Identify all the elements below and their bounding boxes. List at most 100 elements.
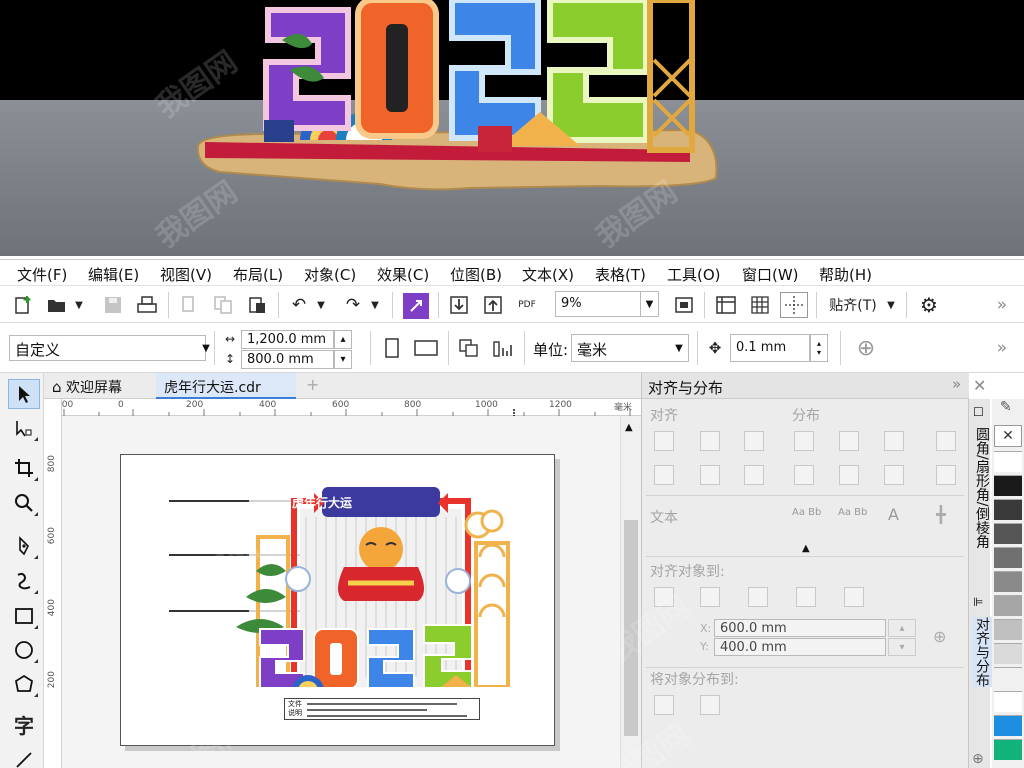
distribute-spacing-h-icon[interactable] — [884, 431, 904, 451]
search-content-icon[interactable] — [403, 293, 429, 319]
menu-text[interactable]: 文本(X) — [522, 264, 574, 285]
nudge-distance-field[interactable]: 0.1 mm — [730, 334, 810, 362]
zoom-dropdown-chevron-icon[interactable]: ▼ — [641, 291, 659, 317]
vertical-ruler[interactable]: 800 600 400 200 — [44, 399, 62, 768]
text-bounding-box-icon[interactable]: A — [888, 505, 899, 524]
open-dropdown-chevron-icon[interactable]: ▼ — [72, 292, 86, 318]
page-preset-select[interactable]: 自定义 — [9, 335, 206, 361]
tab-welcome-screen[interactable]: ⌂ 欢迎屏幕 — [44, 373, 156, 399]
menu-view[interactable]: 视图(V) — [160, 264, 212, 285]
toolbar-overflow-icon[interactable]: » — [990, 292, 1014, 318]
all-pages-icon[interactable] — [456, 336, 482, 360]
color-swatch[interactable] — [994, 739, 1022, 760]
distribute-center-h-icon[interactable] — [839, 431, 859, 451]
nudge-spinner-icon[interactable]: ▴ ▾ — [810, 334, 828, 362]
distribute-right-icon[interactable] — [936, 431, 956, 451]
scroll-up-chevron-icon[interactable]: ▲ — [625, 422, 633, 433]
import-icon[interactable] — [446, 292, 472, 318]
height-spinner-icon[interactable]: ▾ — [334, 350, 352, 369]
color-swatch[interactable] — [994, 667, 1022, 688]
crop-tool-icon[interactable] — [8, 453, 40, 483]
align-bottom-icon[interactable] — [744, 465, 764, 485]
show-grid-icon[interactable] — [746, 292, 774, 318]
vertical-scrollbar[interactable]: ▲ — [620, 416, 641, 768]
tab-document[interactable]: 虎年行大运.cdr — [156, 373, 296, 399]
panel-collapse-icon[interactable]: » — [952, 375, 961, 393]
menu-layout[interactable]: 布局(L) — [233, 264, 283, 285]
distribute-to-page-icon[interactable] — [700, 695, 720, 715]
color-swatch[interactable] — [994, 595, 1022, 616]
color-swatch[interactable] — [994, 715, 1022, 736]
undo-icon[interactable]: ↶ — [286, 292, 312, 318]
print-icon[interactable] — [134, 292, 160, 318]
snap-to-button[interactable]: 贴齐(T) — [824, 292, 882, 318]
menu-bitmaps[interactable]: 位图(B) — [450, 264, 502, 285]
menu-edit[interactable]: 编辑(E) — [88, 264, 139, 285]
property-bar-overflow-icon[interactable]: » — [990, 335, 1014, 361]
drawing-canvas[interactable]: 虎年行大运 文件 说明 我图网 我图网 — [62, 416, 620, 768]
show-rulers-icon[interactable] — [712, 292, 740, 318]
align-center-h-icon[interactable] — [700, 431, 720, 451]
artistic-media-tool-icon[interactable] — [8, 566, 40, 596]
color-swatch[interactable] — [994, 523, 1022, 544]
align-right-icon[interactable] — [744, 431, 764, 451]
text-first-line-icon[interactable]: Aa Bb — [792, 507, 821, 518]
page-preset-chevron-icon[interactable]: ▼ — [197, 336, 215, 360]
show-guidelines-icon[interactable] — [780, 292, 808, 318]
snap-dropdown-chevron-icon[interactable]: ▼ — [884, 292, 898, 318]
new-document-icon[interactable] — [10, 292, 36, 318]
redo-dropdown-chevron-icon[interactable]: ▼ — [368, 292, 382, 318]
align-left-icon[interactable] — [654, 431, 674, 451]
panel-close-icon[interactable]: ✕ — [973, 376, 986, 395]
align-x-field[interactable]: 600.0 mm — [714, 619, 886, 637]
landscape-icon[interactable] — [412, 336, 440, 360]
add-tab-icon[interactable]: + — [298, 373, 320, 399]
paste-icon[interactable] — [244, 292, 270, 318]
artwork-illustration[interactable] — [236, 487, 526, 687]
distribute-center-v-icon[interactable] — [839, 465, 859, 485]
color-swatch[interactable] — [994, 571, 1022, 592]
color-swatch[interactable] — [994, 547, 1022, 568]
add-preset-icon[interactable]: ⊕ — [853, 335, 879, 361]
menu-file[interactable]: 文件(F) — [17, 264, 67, 285]
pick-tool-arrow-icon[interactable] — [8, 379, 40, 409]
menu-window[interactable]: 窗口(W) — [742, 264, 799, 285]
full-screen-icon[interactable] — [671, 292, 697, 318]
distribute-spacing-v-icon[interactable] — [884, 465, 904, 485]
color-swatch[interactable] — [994, 499, 1022, 520]
tab-align-distribute[interactable]: 对齐与分布 — [972, 617, 992, 687]
open-folder-icon[interactable] — [44, 292, 70, 318]
text-outline-icon[interactable]: ╋ — [936, 505, 946, 524]
shape-tool-icon[interactable] — [8, 413, 40, 443]
color-swatch[interactable] — [994, 475, 1022, 496]
align-to-page-center-icon[interactable] — [748, 587, 768, 607]
color-swatch[interactable] — [994, 451, 1022, 472]
add-docker-icon[interactable]: ⊕ — [972, 751, 984, 767]
align-y-field[interactable]: 400.0 mm — [714, 638, 886, 656]
zoom-level-field[interactable]: 9% — [555, 291, 641, 317]
menu-help[interactable]: 帮助(H) — [819, 264, 872, 285]
parallel-dimension-tool-icon[interactable] — [8, 745, 40, 768]
text-last-line-icon[interactable]: Aa Bb — [838, 507, 867, 518]
color-swatch[interactable] — [994, 691, 1022, 712]
copy-icon[interactable] — [210, 292, 236, 318]
publish-pdf-icon[interactable]: PDF — [512, 292, 542, 318]
cut-icon[interactable] — [176, 292, 202, 318]
export-icon[interactable] — [480, 292, 506, 318]
no-fill-swatch-icon[interactable]: ✕ — [994, 425, 1022, 447]
caption-box[interactable]: 文件 说明 — [284, 698, 480, 720]
units-chevron-icon[interactable]: ▼ — [670, 335, 688, 361]
align-to-grid-icon[interactable] — [796, 587, 816, 607]
options-gear-icon[interactable]: ⚙ — [916, 292, 942, 318]
horizontal-ruler[interactable]: 200 0 200 400 600 800 1000 1200 毫米 — [56, 399, 641, 416]
distribute-bottom-icon[interactable] — [936, 465, 956, 485]
color-swatch[interactable] — [994, 643, 1022, 664]
text-tool-icon[interactable]: 字 — [8, 709, 40, 739]
page-width-field[interactable]: 1,200.0 mm — [241, 330, 334, 349]
save-icon[interactable] — [100, 292, 126, 318]
undo-dropdown-chevron-icon[interactable]: ▼ — [314, 292, 328, 318]
target-point-icon[interactable]: ⊕ — [933, 627, 946, 646]
align-to-point-icon[interactable] — [844, 587, 864, 607]
menu-table[interactable]: 表格(T) — [595, 264, 646, 285]
current-page-icon[interactable] — [490, 336, 516, 360]
